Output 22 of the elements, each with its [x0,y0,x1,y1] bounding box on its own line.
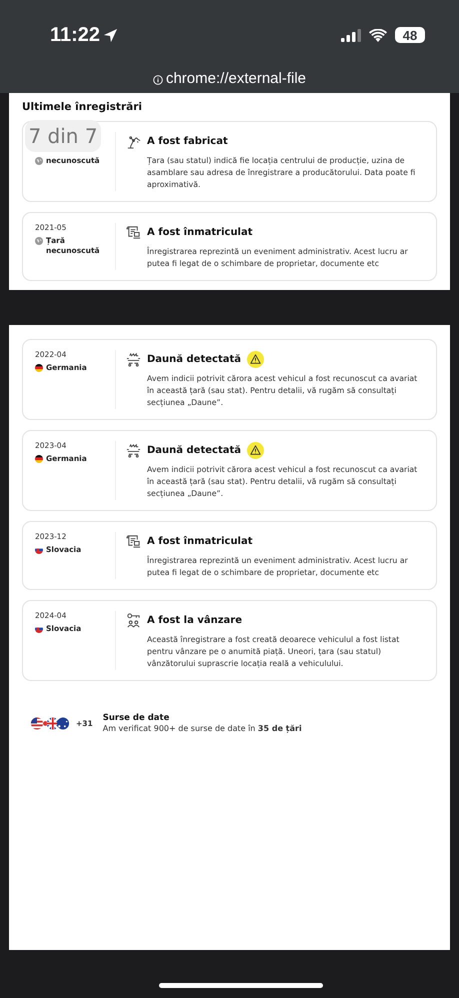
home-indicator[interactable] [158,983,322,988]
sources-title: Surse de date [102,713,170,723]
battery-level: 48 [402,28,418,42]
robot-arm-icon [126,134,141,148]
info-icon [152,75,163,85]
document-stamp-icon [126,224,141,240]
record-title: A fost la vânzare [147,614,242,626]
sources-description: Am verificat 900+ de surse de date în 35 de țări [102,724,302,733]
section-title: Ultimele înregistrări [22,101,143,113]
location-arrow-icon [103,28,118,42]
record-title: A fost înmatriculat [147,226,253,238]
wifi-icon [369,28,387,42]
record-counter: 7 din 7 [25,120,101,152]
key-people-icon [126,612,141,628]
signal-icon [341,28,361,42]
status-time: 11:22 [50,24,100,46]
document-stamp-icon [126,534,141,548]
record-title: Daună detectată [147,354,242,364]
record-title: A fost fabricat [147,136,228,146]
record-title: Daună detectată [147,444,242,456]
record-title: A fost înmatriculat [147,536,253,546]
country-flags-icon [30,716,70,730]
